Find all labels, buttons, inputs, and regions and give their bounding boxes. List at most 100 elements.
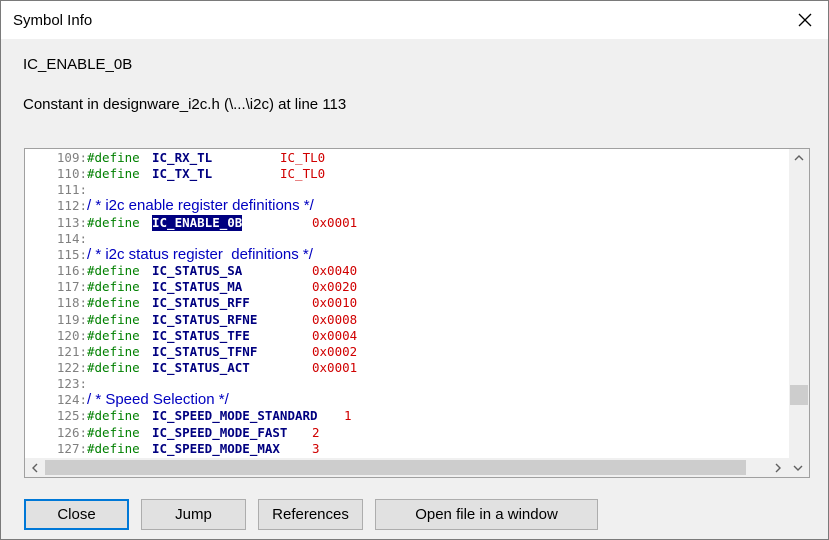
line-number: 117: <box>56 279 87 295</box>
window-title: Symbol Info <box>13 12 93 29</box>
code-line: 118:#define IC_STATUS_RFF 0x0010 <box>25 295 785 311</box>
symbol-name: IC_ENABLE_0B <box>23 56 133 73</box>
symbol-name: IC_STATUS_RFF <box>152 295 250 311</box>
code-line: 120:#define IC_STATUS_TFE 0x0004 <box>25 328 785 344</box>
line-number: 127: <box>56 440 87 456</box>
title-bar: Symbol Info <box>1 1 828 39</box>
code-line: 117:#define IC_STATUS_MA 0x0020 <box>25 279 785 295</box>
symbol-name: IC_STATUS_SA <box>152 263 243 279</box>
line-number: 110: <box>56 166 87 182</box>
symbol-value: 0x0002 <box>312 343 358 359</box>
symbol-value: 0x0010 <box>312 295 358 311</box>
symbol-value: 2 <box>312 424 320 440</box>
symbol-value: 0x0040 <box>312 263 358 279</box>
define-keyword: #define <box>87 279 140 295</box>
symbol-name: IC_SPEED_MODE_FAST <box>152 424 288 440</box>
line-number: 121: <box>56 343 87 359</box>
vertical-scrollbar[interactable] <box>789 149 809 458</box>
code-line: 121:#define IC_STATUS_TFNF 0x0002 <box>25 344 785 360</box>
symbol-name: IC_TX_TL <box>152 166 213 182</box>
line-number: 113: <box>56 214 87 230</box>
code-comment: / * i2c enable register definitions */ <box>87 197 314 215</box>
code-preview[interactable]: 109:#define IC_RX_TL IC_TL0 110:#define IC_T… <box>24 148 810 478</box>
horizontal-scrollbar[interactable] <box>25 458 809 477</box>
symbol-value: 0x0001 <box>312 359 358 375</box>
symbol-name: IC_STATUS_RFNE <box>152 311 258 327</box>
define-keyword: #define <box>87 150 140 165</box>
scroll-left-icon[interactable] <box>25 458 45 477</box>
symbol-name: IC_STATUS_ACT <box>152 359 250 375</box>
code-comment: / * i2c status register definitions */ <box>87 245 313 263</box>
symbol-info-dialog: Symbol Info IC_ENABLE_0B Constant in des… <box>0 0 829 540</box>
code-line: 127:#define IC_SPEED_MODE_MAX 3 <box>25 441 785 457</box>
code-line: 110:#define IC_TX_TL IC_TL0 <box>25 166 785 182</box>
line-number: 123: <box>56 376 87 392</box>
define-keyword: #define <box>87 424 140 440</box>
code-line: 123: <box>25 376 785 392</box>
code-line: 122:#define IC_STATUS_ACT 0x0001 <box>25 360 785 376</box>
define-keyword: #define <box>87 440 140 456</box>
symbol-value: 3 <box>312 440 320 456</box>
line-number: 125: <box>56 408 87 424</box>
symbol-value: 0x0001 <box>312 214 358 230</box>
line-number: 122: <box>56 359 87 375</box>
line-number: 112: <box>56 198 87 214</box>
references-button[interactable]: References <box>258 499 363 530</box>
line-number: 124: <box>56 392 87 408</box>
symbol-name: IC_STATUS_TFE <box>152 327 250 343</box>
symbol-value: 0x0020 <box>312 279 358 295</box>
close-button[interactable]: Close <box>24 499 129 530</box>
define-keyword: #define <box>87 214 140 230</box>
vertical-scroll-thumb[interactable] <box>790 385 808 405</box>
symbol-name: IC_STATUS_MA <box>152 279 243 295</box>
code-line: 111: <box>25 182 785 198</box>
line-number: 116: <box>56 263 87 279</box>
code-comment: / * Speed Selection */ <box>87 391 229 409</box>
define-keyword: #define <box>87 327 140 343</box>
code-line: 124:/ * Speed Selection */ <box>25 392 785 408</box>
code-line: 112:/ * i2c enable register definitions … <box>25 198 785 214</box>
close-icon[interactable] <box>792 7 818 33</box>
line-number: 109: <box>56 150 87 165</box>
symbol-value: IC_TL0 <box>280 166 326 182</box>
symbol-value: 0x0004 <box>312 327 358 343</box>
scroll-up-icon[interactable] <box>789 149 809 167</box>
code-line: 116:#define IC_STATUS_SA 0x0040 <box>25 263 785 279</box>
symbol-name: IC_SPEED_MODE_MAX <box>152 440 280 456</box>
scroll-down-icon[interactable] <box>788 458 808 477</box>
define-keyword: #define <box>87 166 140 182</box>
code-line: 113:#define IC_ENABLE_0B 0x0001 <box>25 214 785 231</box>
symbol-name: IC_RX_TL <box>152 150 213 165</box>
define-keyword: #define <box>87 311 140 327</box>
symbol-value: 0x0008 <box>312 311 358 327</box>
symbol-value: 1 <box>344 408 352 424</box>
define-keyword: #define <box>87 359 140 375</box>
define-keyword: #define <box>87 343 140 359</box>
code-preview-text[interactable]: 109:#define IC_RX_TL IC_TL0 110:#define IC_T… <box>25 149 788 458</box>
symbol-description: Constant in designware_i2c.h (\...\i2c) … <box>23 96 347 113</box>
define-keyword: #define <box>87 263 140 279</box>
line-number: 114: <box>56 230 87 246</box>
define-keyword: #define <box>87 408 140 424</box>
define-keyword: #define <box>87 295 140 311</box>
horizontal-scroll-thumb[interactable] <box>45 460 746 475</box>
code-line: 109:#define IC_RX_TL IC_TL0 <box>25 150 785 166</box>
code-line: 125:#define IC_SPEED_MODE_STANDARD 1 <box>25 408 785 424</box>
line-number: 118: <box>56 295 87 311</box>
open-file-button[interactable]: Open file in a window <box>375 499 598 530</box>
line-number: 115: <box>56 246 87 262</box>
symbol-value: IC_TL0 <box>280 150 326 165</box>
code-line: 119:#define IC_STATUS_RFNE 0x0008 <box>25 312 785 328</box>
line-number: 119: <box>56 311 87 327</box>
code-line: 114: <box>25 231 785 247</box>
symbol-name: IC_STATUS_TFNF <box>152 343 258 359</box>
scroll-right-icon[interactable] <box>768 458 788 477</box>
line-number: 120: <box>56 327 87 343</box>
line-number: 126: <box>56 424 87 440</box>
code-line: 126:#define IC_SPEED_MODE_FAST 2 <box>25 425 785 441</box>
highlighted-symbol: IC_ENABLE_0B <box>152 214 243 231</box>
line-number: 111: <box>56 182 87 198</box>
code-line: 115:/ * i2c status register definitions … <box>25 245 785 263</box>
symbol-name: IC_SPEED_MODE_STANDARD <box>152 408 318 424</box>
jump-button[interactable]: Jump <box>141 499 246 530</box>
